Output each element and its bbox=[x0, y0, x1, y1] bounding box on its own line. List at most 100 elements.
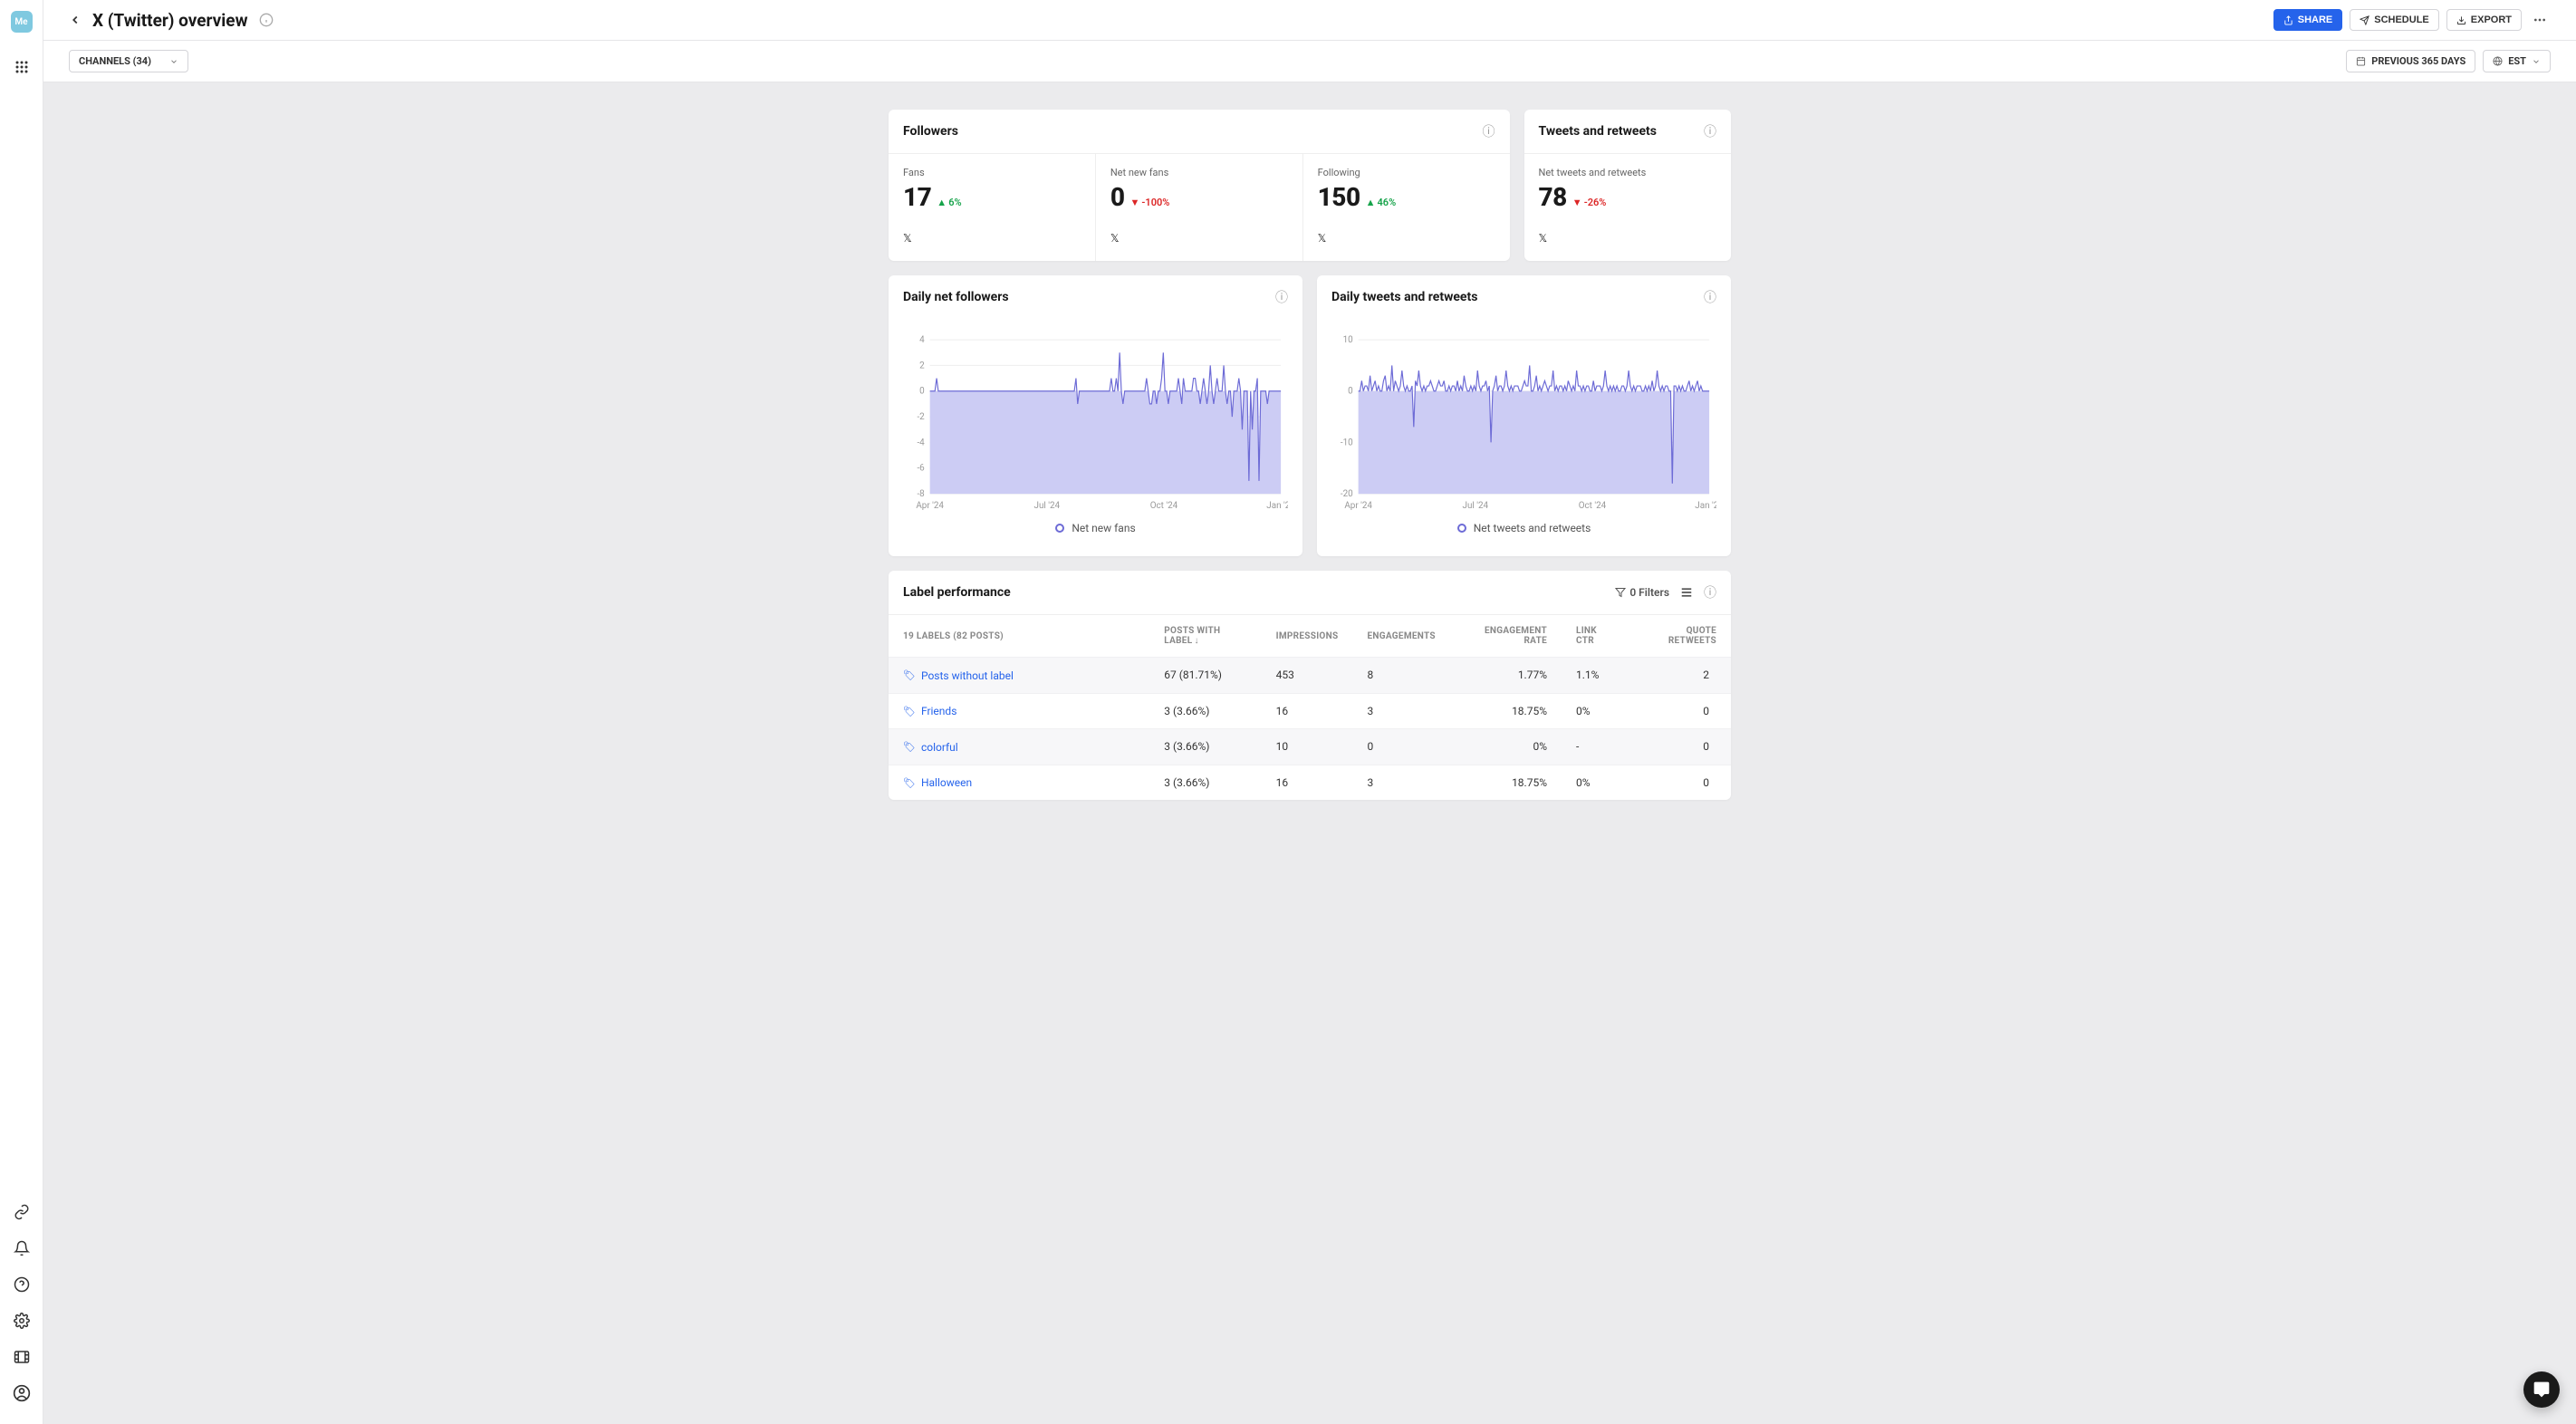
filters-label: 0 Filters bbox=[1629, 586, 1669, 599]
svg-text:-10: -10 bbox=[1341, 438, 1353, 447]
col-engagements[interactable]: ENGAGEMENTS bbox=[1352, 615, 1449, 658]
tag-icon: 🏷 bbox=[903, 669, 916, 681]
svg-text:Oct '24: Oct '24 bbox=[1150, 501, 1178, 511]
stat-value: 150 bbox=[1318, 182, 1360, 212]
table-row[interactable]: 🏷Halloween 3 (3.66%) 16 3 18.75% 0% 0 bbox=[889, 765, 1731, 800]
cell-impressions: 10 bbox=[1262, 729, 1353, 765]
stat-label: Following bbox=[1318, 167, 1495, 178]
chart-legend: Net new fans bbox=[903, 513, 1288, 540]
table-row[interactable]: 🏷Friends 3 (3.66%) 16 3 18.75% 0% 0 bbox=[889, 693, 1731, 729]
svg-text:4: 4 bbox=[919, 335, 925, 345]
schedule-button[interactable]: SCHEDULE bbox=[2350, 9, 2439, 31]
followers-title: Followers bbox=[903, 124, 958, 139]
cell-posts: 67 (81.71%) bbox=[1149, 658, 1261, 694]
export-button[interactable]: EXPORT bbox=[2446, 9, 2522, 31]
svg-text:Jan '25: Jan '25 bbox=[1695, 501, 1716, 511]
stat-value: 17 bbox=[903, 182, 931, 212]
list-view-icon[interactable] bbox=[1680, 586, 1693, 599]
tag-icon: 🏷 bbox=[903, 777, 916, 789]
filter-icon bbox=[1615, 587, 1626, 598]
info-icon[interactable] bbox=[259, 13, 274, 27]
more-icon[interactable] bbox=[2529, 9, 2551, 31]
col-quote-rt[interactable]: QUOTE RETWEETS bbox=[1628, 615, 1731, 658]
legend-swatch bbox=[1457, 524, 1466, 533]
info-icon[interactable]: ⓘ bbox=[1275, 288, 1288, 306]
daily-net-followers-chart: Daily net followers ⓘ 420-2-4-6-8Apr '24… bbox=[889, 275, 1302, 556]
sidebar-rail: Me bbox=[0, 0, 43, 1424]
tweets-card-title: Tweets and retweets bbox=[1539, 124, 1657, 139]
label-link[interactable]: 🏷Halloween bbox=[903, 776, 972, 789]
table-row[interactable]: 🏷Posts without label 67 (81.71%) 453 8 1… bbox=[889, 658, 1731, 694]
svg-text:Jul '24: Jul '24 bbox=[1034, 501, 1061, 511]
share-button[interactable]: SHARE bbox=[2273, 9, 2343, 31]
daily-tweets-chart: Daily tweets and retweets ⓘ 100-10-20Apr… bbox=[1317, 275, 1731, 556]
back-button[interactable] bbox=[69, 14, 82, 26]
label-link[interactable]: 🏷Posts without label bbox=[903, 669, 1014, 682]
col-impressions[interactable]: IMPRESSIONS bbox=[1262, 615, 1353, 658]
col-link-ctr[interactable]: LINK CTR bbox=[1562, 615, 1628, 658]
cell-eng-rate: 18.75% bbox=[1450, 693, 1562, 729]
svg-text:-8: -8 bbox=[917, 489, 925, 499]
x-platform-icon: 𝕏 bbox=[1110, 232, 1288, 245]
cell-engagements: 0 bbox=[1352, 729, 1449, 765]
svg-text:Jan '25: Jan '25 bbox=[1266, 501, 1288, 511]
chart-svg: 100-10-20Apr '24Jul '24Oct '24Jan '25 bbox=[1331, 332, 1716, 513]
stat-label: Net new fans bbox=[1110, 167, 1288, 178]
cell-posts: 3 (3.66%) bbox=[1149, 729, 1261, 765]
table-row[interactable]: 🏷colorful 3 (3.66%) 10 0 0% - 0 bbox=[889, 729, 1731, 765]
label-link[interactable]: 🏷colorful bbox=[903, 741, 958, 754]
cell-engagements: 3 bbox=[1352, 693, 1449, 729]
chart-legend: Net tweets and retweets bbox=[1331, 513, 1716, 540]
svg-text:0: 0 bbox=[1348, 387, 1353, 397]
media-icon[interactable] bbox=[13, 1348, 31, 1366]
gear-icon[interactable] bbox=[13, 1312, 31, 1330]
chart-svg: 420-2-4-6-8Apr '24Jul '24Oct '24Jan '25 bbox=[903, 332, 1288, 513]
svg-text:-6: -6 bbox=[917, 464, 925, 474]
date-range-select[interactable]: PREVIOUS 365 DAYS bbox=[2346, 50, 2475, 72]
stat-delta: ▲6% bbox=[937, 197, 961, 208]
cell-eng-rate: 18.75% bbox=[1450, 765, 1562, 800]
stat-label: Fans bbox=[903, 167, 1081, 178]
info-icon[interactable]: ⓘ bbox=[1704, 288, 1716, 306]
channels-label: CHANNELS (34) bbox=[79, 55, 151, 67]
stat-delta: ▲46% bbox=[1366, 197, 1397, 208]
chevron-down-icon bbox=[169, 57, 178, 66]
table-title: Label performance bbox=[903, 585, 1011, 600]
cell-link-ctr: 0% bbox=[1562, 693, 1628, 729]
stat-value: 0 bbox=[1110, 182, 1125, 212]
svg-text:-20: -20 bbox=[1341, 489, 1353, 499]
share-label: SHARE bbox=[2298, 14, 2333, 25]
svg-text:Jul '24: Jul '24 bbox=[1463, 501, 1489, 511]
info-icon[interactable]: ⓘ bbox=[1483, 122, 1495, 140]
chat-fab[interactable] bbox=[2523, 1371, 2560, 1408]
label-performance-table: 19 LABELS (82 POSTS) POSTS WITH LABEL↓ I… bbox=[889, 615, 1731, 800]
label-link[interactable]: 🏷Friends bbox=[903, 705, 956, 717]
svg-text:Apr '24: Apr '24 bbox=[1344, 501, 1372, 511]
info-icon[interactable]: ⓘ bbox=[1704, 122, 1716, 140]
cell-posts: 3 (3.66%) bbox=[1149, 693, 1261, 729]
col-posts[interactable]: POSTS WITH LABEL↓ bbox=[1149, 615, 1261, 658]
col-eng-rate[interactable]: ENGAGEMENT RATE bbox=[1450, 615, 1562, 658]
bell-icon[interactable] bbox=[13, 1239, 31, 1257]
svg-text:-4: -4 bbox=[917, 438, 925, 447]
timezone-select[interactable]: EST bbox=[2483, 50, 2551, 72]
avatar-icon[interactable] bbox=[13, 1384, 31, 1402]
link-icon[interactable] bbox=[13, 1203, 31, 1221]
info-icon[interactable]: ⓘ bbox=[1704, 583, 1716, 601]
col-label[interactable]: 19 LABELS (82 POSTS) bbox=[889, 615, 1149, 658]
chart-title: Daily net followers bbox=[903, 290, 1009, 304]
filters-button[interactable]: 0 Filters bbox=[1615, 586, 1669, 599]
legend-label: Net new fans bbox=[1072, 522, 1135, 534]
x-platform-icon: 𝕏 bbox=[1318, 232, 1495, 245]
svg-text:2: 2 bbox=[919, 361, 925, 370]
stat-label: Net tweets and retweets bbox=[1539, 167, 1717, 178]
apps-icon[interactable] bbox=[13, 58, 31, 76]
help-icon[interactable] bbox=[13, 1275, 31, 1294]
cell-impressions: 16 bbox=[1262, 765, 1353, 800]
cell-quote-rt: 0 bbox=[1628, 693, 1731, 729]
channels-select[interactable]: CHANNELS (34) bbox=[69, 50, 188, 72]
cell-quote-rt: 0 bbox=[1628, 765, 1731, 800]
logo[interactable]: Me bbox=[11, 11, 33, 33]
cell-quote-rt: 0 bbox=[1628, 729, 1731, 765]
schedule-label: SCHEDULE bbox=[2374, 14, 2429, 25]
